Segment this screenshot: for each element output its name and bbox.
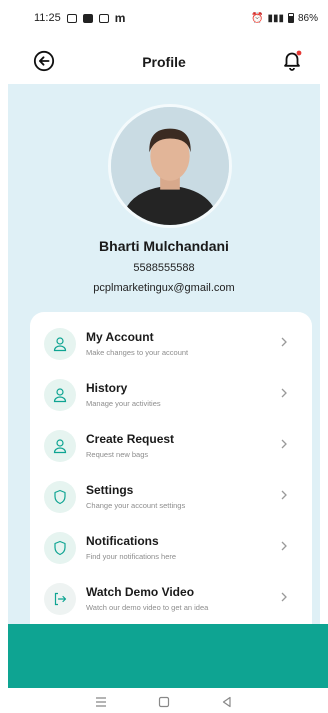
message-status-icon (82, 13, 93, 23)
menu-item-label: History (86, 381, 128, 395)
menu-item-label: My Account (86, 330, 154, 344)
menu-item-description: Change your account settings (86, 501, 186, 510)
user-icon (44, 327, 76, 360)
user-icon (44, 378, 76, 411)
menu-item-watch-demo-video[interactable]: Watch Demo Video Watch our demo video to… (30, 573, 312, 624)
menu-item-my-account[interactable]: My Account Make changes to your account (30, 318, 312, 369)
menu-item-description: Find your notifications here (86, 552, 177, 561)
user-phone: 5588555588 (133, 262, 195, 274)
battery-icon (287, 13, 294, 23)
profile-section: Bharti Mulchandani 5588555588 pcplmarket… (8, 84, 320, 624)
menu-item-label: Settings (86, 483, 134, 497)
chevron-right-icon (281, 490, 287, 500)
menu-item-label: Notifications (86, 534, 159, 548)
menu-icon[interactable] (94, 696, 108, 708)
shield-icon (44, 531, 76, 564)
menu-item-description: Make changes to your account (86, 348, 189, 357)
user-icon (44, 429, 76, 462)
user-name: Bharti Mulchandani (99, 238, 229, 254)
menu-item-create-request[interactable]: Create Request Request new bags (30, 420, 312, 471)
menu-item-description: Request new bags (86, 450, 149, 459)
bottom-panel (8, 624, 328, 688)
chevron-right-icon (281, 592, 287, 602)
battery-level: 86% (297, 12, 318, 24)
home-icon[interactable] (157, 696, 171, 708)
mail-status-icon (98, 13, 109, 23)
app-header: Profile (0, 42, 328, 82)
chevron-right-icon (281, 388, 287, 398)
logout-icon (44, 582, 76, 615)
menu-item-label: Watch Demo Video (86, 585, 195, 599)
avatar[interactable] (108, 104, 232, 228)
chevron-right-icon (281, 541, 287, 551)
user-email: pcplmarketingux@gmail.com (93, 282, 235, 294)
signal-icon: ▮▮▮ (267, 12, 284, 24)
system-navigation-bar (0, 690, 328, 713)
chevron-right-icon (281, 337, 287, 347)
alarm-icon: ⏰ (251, 12, 264, 24)
menu-item-description: Watch our demo video to get an idea (86, 603, 209, 612)
menu-item-history[interactable]: History Manage your activities (30, 369, 312, 420)
status-time: 11:25 (34, 12, 61, 24)
notification-dot (296, 50, 302, 56)
chevron-right-icon (281, 439, 287, 449)
status-bar: 11:25 m ⏰ ▮▮▮ 86% (0, 0, 328, 36)
menu-item-label: Create Request (86, 432, 175, 446)
bell-icon[interactable] (280, 48, 304, 72)
shield-icon (44, 480, 76, 513)
back-arrow-circle-icon[interactable] (33, 50, 55, 72)
app-status-icon: m (114, 11, 126, 25)
page-title: Profile (142, 54, 186, 70)
avatar-photo (111, 107, 229, 225)
notification-status-icon (66, 13, 77, 23)
profile-menu: My Account Make changes to your account … (30, 312, 312, 624)
menu-item-notifications[interactable]: Notifications Find your notifications he… (30, 522, 312, 573)
menu-item-settings[interactable]: Settings Change your account settings (30, 471, 312, 522)
back-icon[interactable] (220, 696, 234, 708)
menu-item-description: Manage your activities (86, 399, 161, 408)
